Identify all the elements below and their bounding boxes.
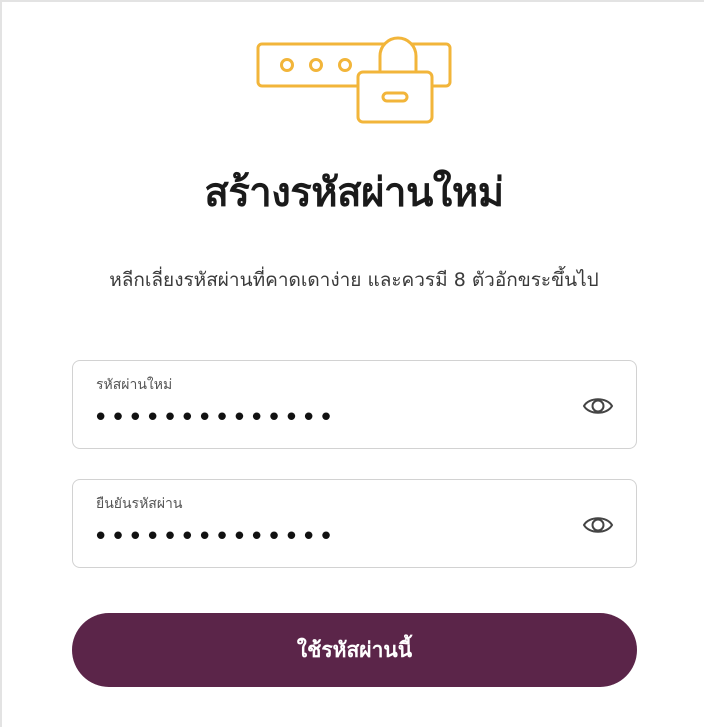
password-lock-icon	[252, 32, 458, 130]
use-password-button[interactable]: ใช้รหัสผ่านนี้	[72, 613, 637, 687]
new-password-label: รหัสผ่านใหม่	[96, 377, 173, 393]
confirm-password-input[interactable]	[93, 520, 573, 554]
page-container: สร้างรหัสผ่านใหม่ หลีกเลี่ยงรหัสผ่านที่ค…	[0, 0, 704, 727]
confirm-password-label: ยืนยันรหัสผ่าน	[96, 496, 183, 512]
confirm-password-field[interactable]: ยืนยันรหัสผ่าน	[72, 479, 637, 568]
new-password-field[interactable]: รหัสผ่านใหม่	[72, 360, 637, 449]
eye-icon[interactable]	[582, 390, 614, 422]
new-password-input[interactable]	[93, 401, 573, 435]
page-subtitle: หลีกเลี่ยงรหัสผ่านที่คาดเดาง่าย และควรมี…	[109, 269, 599, 291]
page-title: สร้างรหัสผ่านใหม่	[204, 170, 504, 216]
eye-icon[interactable]	[582, 509, 614, 541]
